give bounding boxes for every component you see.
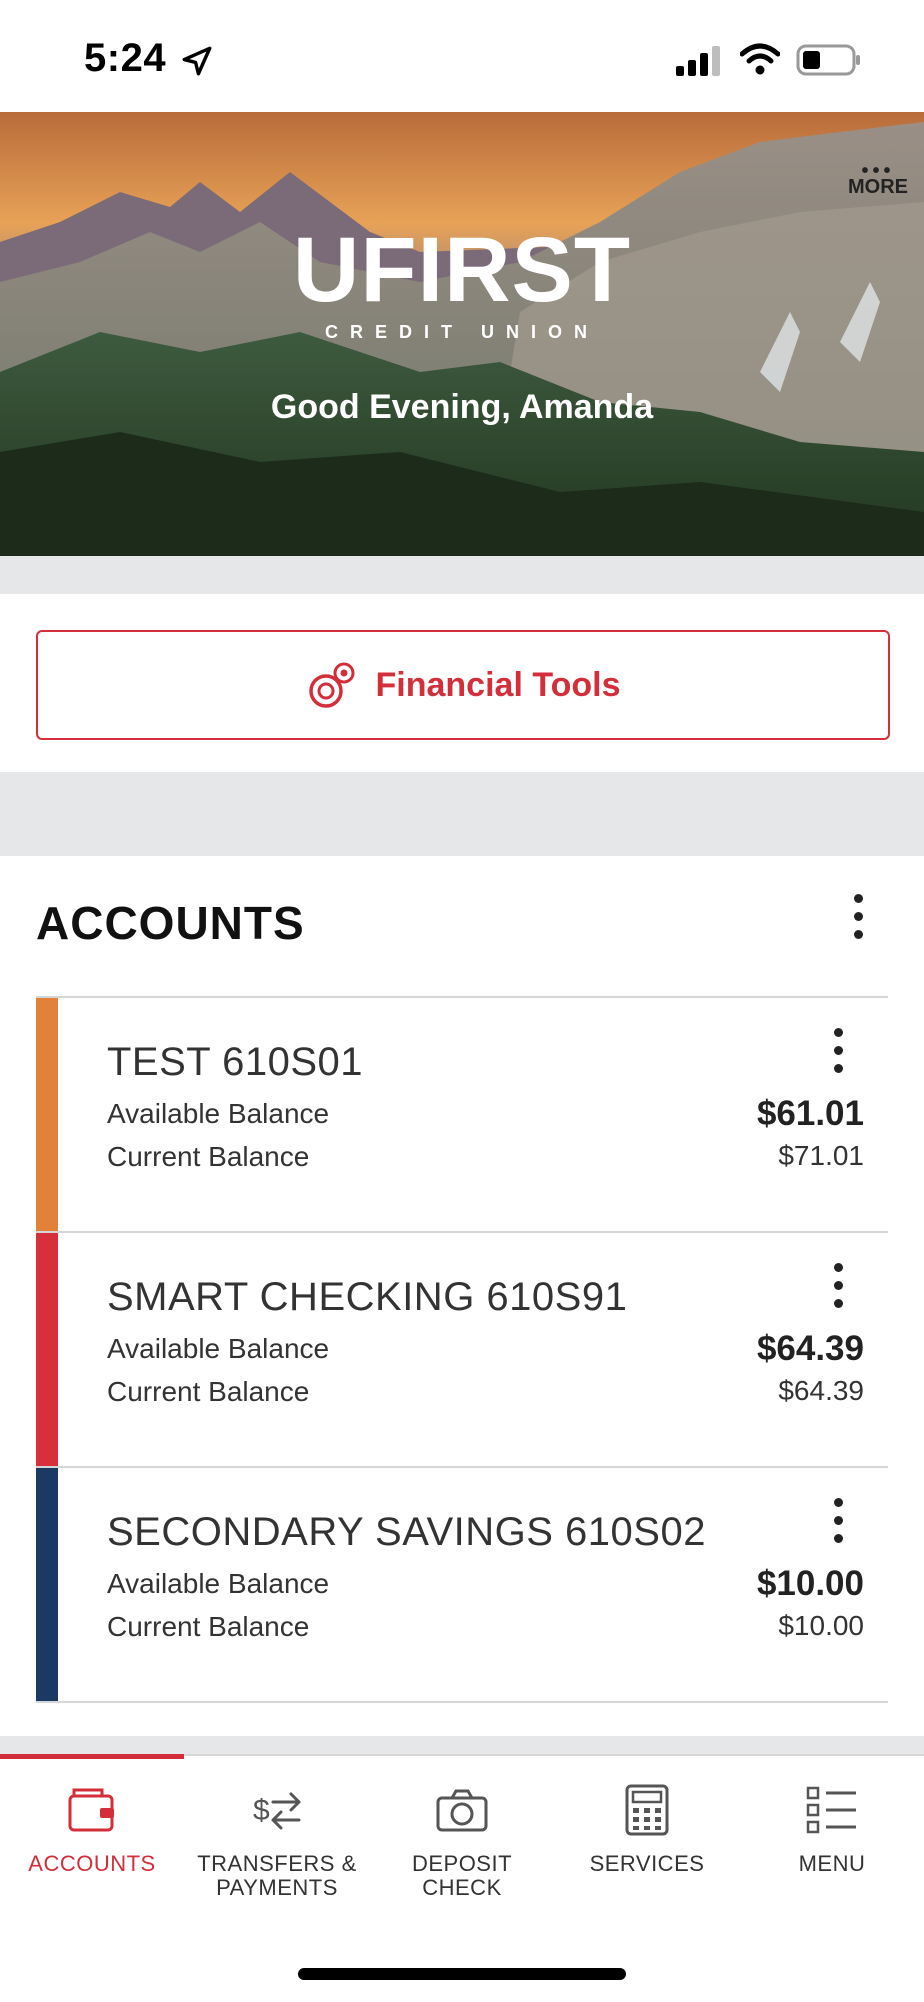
account-color-bar [36,1233,58,1466]
account-color-bar [36,1468,58,1701]
more-label: MORE [848,176,908,198]
available-balance-label: Available Balance [107,1333,330,1364]
account-row[interactable]: SECONDARY SAVINGS 610S02 Available Balan… [36,1468,888,1703]
available-balance-value: $64.39 [756,1329,864,1368]
financial-tools-card: Financial Tools [0,594,924,772]
location-arrow-icon [182,46,212,76]
bottom-navigation: ACCOUNTS $ TRANSFERS & PAYMENTS DEPOSIT CH… [0,1754,924,2002]
current-balance-label: Current Balance [107,1611,310,1642]
financial-tools-button[interactable]: Financial Tools [36,630,890,740]
accounts-card: ACCOUNTS TEST 610S01 Available Balance C… [0,856,924,1736]
account-options-icon[interactable] [818,1020,858,1080]
account-name: SMART CHECKING 610S91 [107,1275,628,1319]
account-color-bar [36,998,58,1231]
coins-icon [308,662,355,708]
financial-tools-label: Financial Tools [375,665,621,704]
current-balance-label: Current Balance [107,1376,310,1407]
nav-menu[interactable]: MENU [740,1756,924,1936]
nav-services[interactable]: SERVICES [555,1756,739,1936]
account-name: SECONDARY SAVINGS 610S02 [107,1510,706,1554]
more-button[interactable]: ••• MORE [848,160,908,199]
account-options-icon[interactable] [818,1490,858,1550]
available-balance-value: $61.01 [756,1094,864,1133]
menu-list-icon [806,1786,856,1834]
available-balance-label: Available Balance [107,1098,330,1129]
logo-subtitle: CREDIT UNION [325,322,599,342]
ufirst-logo: UFIRST [292,219,632,321]
available-balance-value: $10.00 [756,1564,864,1603]
current-balance-value: $64.39 [778,1375,864,1406]
current-balance-label: Current Balance [107,1141,310,1172]
more-dots-icon: ••• [861,160,895,182]
status-time: 5:24 [84,36,167,80]
greeting-text: Good Evening, Amanda [270,388,654,426]
nav-label: MENU [798,1851,866,1876]
camera-icon [436,1789,488,1832]
accounts-options-icon[interactable] [838,886,878,946]
nav-deposit-check[interactable]: DEPOSIT CHECK [370,1756,554,1936]
calculator-icon [625,1784,669,1836]
signal-icon [676,46,720,76]
wifi-icon [740,43,780,75]
battery-icon [796,44,860,76]
available-balance-label: Available Balance [107,1568,330,1599]
current-balance-value: $10.00 [778,1610,864,1641]
account-name: TEST 610S01 [107,1040,364,1084]
home-indicator[interactable] [298,1968,626,1980]
current-balance-value: $71.01 [778,1140,864,1171]
nav-accounts[interactable]: ACCOUNTS [0,1754,184,1936]
nav-transfers-payments[interactable]: $ TRANSFERS & PAYMENTS [185,1756,369,1936]
accounts-list: TEST 610S01 Available Balance Current Ba… [36,996,888,1703]
nav-label: SERVICES [589,1851,705,1876]
status-bar: 5:24 [0,0,924,112]
nav-label: DEPOSIT CHECK [411,1851,513,1900]
hero-banner: UFIRST CREDIT UNION Good Evening, Amanda… [0,112,924,556]
nav-label: TRANSFERS & PAYMENTS [197,1851,357,1900]
svg-text:$: $ [253,1794,270,1827]
account-row[interactable]: SMART CHECKING 610S91 Available Balance … [36,1233,888,1468]
nav-label: ACCOUNTS [28,1851,156,1876]
account-row[interactable]: TEST 610S01 Available Balance Current Ba… [36,998,888,1233]
accounts-title: ACCOUNTS [36,897,305,949]
account-options-icon[interactable] [818,1255,858,1315]
wallet-icon [68,1788,114,1832]
transfer-icon: $ [253,1792,301,1830]
